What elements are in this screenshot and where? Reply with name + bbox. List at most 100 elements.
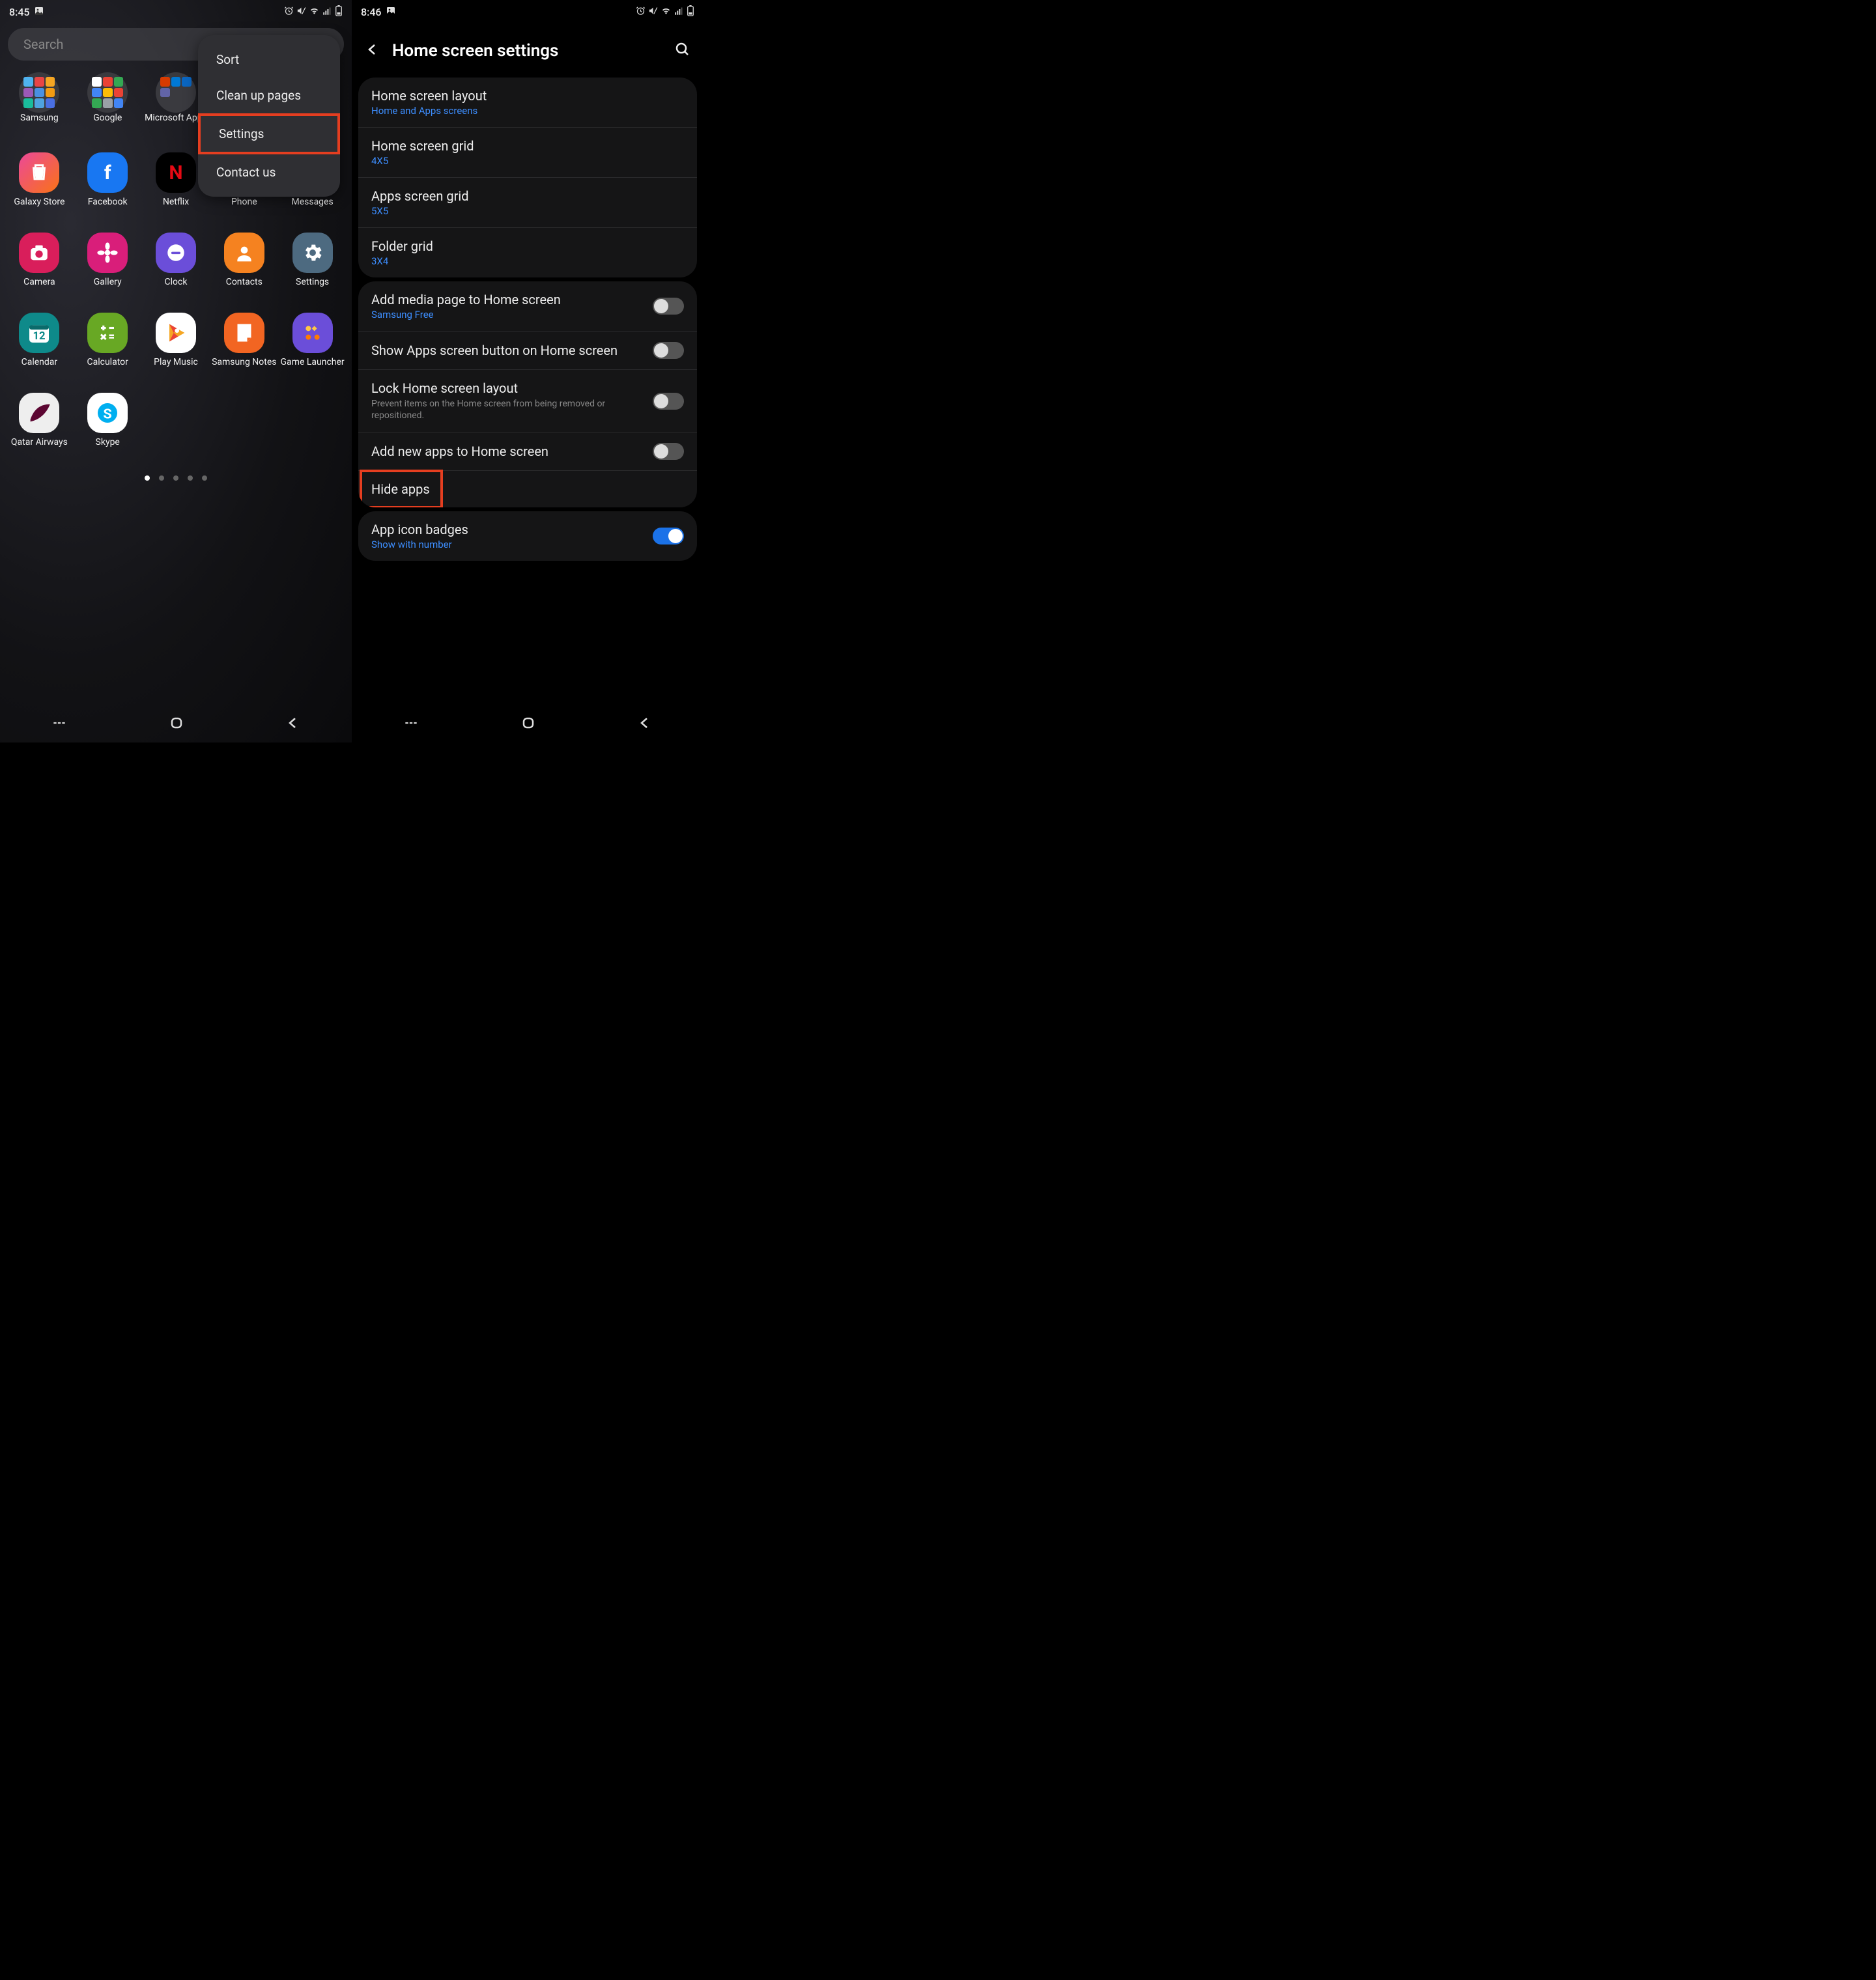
row-apps-screen-grid[interactable]: Apps screen grid 5X5: [358, 178, 697, 228]
app-label: Samsung: [20, 113, 59, 123]
nav-home[interactable]: [520, 715, 536, 733]
app-qatar-airways[interactable]: Qatar Airways: [7, 393, 72, 461]
app-placeholder: [211, 393, 277, 461]
app-settings[interactable]: Settings: [279, 233, 345, 301]
app-samsung-folder[interactable]: Samsung: [7, 72, 72, 141]
nav-recents[interactable]: [403, 714, 419, 734]
camera-icon: [19, 233, 59, 273]
row-title: Show Apps screen button on Home screen: [371, 343, 653, 358]
row-home-screen-grid[interactable]: Home screen grid 4X5: [358, 128, 697, 178]
app-label: Messages: [291, 197, 333, 207]
nav-home[interactable]: [169, 715, 184, 733]
app-play-music[interactable]: Play Music: [143, 313, 209, 381]
play-music-icon: [156, 313, 196, 353]
calculator-icon: [87, 313, 128, 353]
svg-text:S: S: [104, 406, 112, 422]
row-title: Add new apps to Home screen: [371, 444, 653, 459]
row-add-new-apps[interactable]: Add new apps to Home screen: [358, 432, 697, 471]
app-clock[interactable]: Clock: [143, 233, 209, 301]
app-label: Galaxy Store: [14, 197, 64, 207]
image-icon: [34, 6, 44, 19]
menu-settings[interactable]: Settings: [198, 113, 340, 154]
app-label: Google: [93, 113, 122, 123]
app-label: Phone: [231, 197, 257, 207]
calendar-icon: 12: [19, 313, 59, 353]
page-indicator[interactable]: [0, 475, 352, 481]
netflix-icon: N: [156, 152, 196, 193]
page-title: Home screen settings: [392, 41, 663, 61]
toggle-lock-layout[interactable]: [653, 393, 684, 410]
nav-recents[interactable]: [51, 714, 68, 734]
toggle-icon-badges[interactable]: [653, 528, 684, 544]
battery-icon: [335, 5, 343, 19]
app-galaxy-store[interactable]: Galaxy Store: [7, 152, 72, 221]
signal-icon: [322, 6, 332, 18]
app-label: Samsung Notes: [212, 357, 276, 367]
notes-icon: [224, 313, 264, 353]
battery-icon: [687, 5, 694, 19]
toggle-media-page[interactable]: [653, 298, 684, 315]
status-bar: 8:45: [0, 0, 352, 21]
search-button[interactable]: [675, 42, 690, 60]
row-app-icon-badges[interactable]: App icon badges Show with number: [358, 511, 697, 561]
nav-back[interactable]: [637, 715, 653, 733]
page-dot[interactable]: [202, 475, 207, 481]
row-add-media-page[interactable]: Add media page to Home screen Samsung Fr…: [358, 281, 697, 332]
signal-icon: [674, 6, 684, 18]
row-title: Lock Home screen layout: [371, 380, 653, 396]
app-placeholder: [143, 393, 209, 461]
menu-contact-us[interactable]: Contact us: [198, 154, 340, 190]
app-samsung-notes[interactable]: Samsung Notes: [211, 313, 277, 381]
row-hide-apps[interactable]: Hide apps: [358, 471, 697, 507]
clock-icon: [156, 233, 196, 273]
settings-icon: [292, 233, 333, 273]
app-contacts[interactable]: Contacts: [211, 233, 277, 301]
app-camera[interactable]: Camera: [7, 233, 72, 301]
app-calendar[interactable]: 12 Calendar: [7, 313, 72, 381]
alarm-icon: [284, 6, 294, 18]
folder-icon: [19, 72, 59, 113]
app-calculator[interactable]: Calculator: [75, 313, 141, 381]
settings-panel-1: Home screen layout Home and Apps screens…: [358, 78, 697, 277]
image-icon: [386, 6, 396, 19]
page-dot[interactable]: [159, 475, 164, 481]
folder-icon: [87, 72, 128, 113]
app-label: Facebook: [88, 197, 128, 207]
app-label: Contacts: [226, 277, 263, 287]
app-google-folder[interactable]: Google: [75, 72, 141, 141]
app-game-launcher[interactable]: Game Launcher: [279, 313, 345, 381]
phone-settings: 8:46 Home screen settings: [352, 0, 704, 742]
nav-bar: [352, 706, 704, 742]
folder-icon: [156, 72, 196, 113]
toggle-show-apps-button[interactable]: [653, 342, 684, 359]
row-subtitle: 5X5: [371, 205, 684, 217]
app-skype[interactable]: S Skype: [75, 393, 141, 461]
app-label: Calendar: [21, 357, 58, 367]
app-facebook[interactable]: f Facebook: [75, 152, 141, 221]
menu-sort[interactable]: Sort: [198, 42, 340, 78]
app-label: Qatar Airways: [11, 437, 68, 447]
toggle-add-new-apps[interactable]: [653, 443, 684, 460]
game-launcher-icon: [292, 313, 333, 353]
row-title: Home screen layout: [371, 88, 684, 104]
app-label: Netflix: [163, 197, 189, 207]
row-title: App icon badges: [371, 522, 653, 537]
mute-icon: [296, 6, 306, 18]
row-subtitle: Home and Apps screens: [371, 105, 684, 117]
page-dot[interactable]: [173, 475, 178, 481]
page-dot[interactable]: [188, 475, 193, 481]
status-bar: 8:46: [352, 0, 704, 21]
row-home-screen-layout[interactable]: Home screen layout Home and Apps screens: [358, 78, 697, 128]
menu-clean-up[interactable]: Clean up pages: [198, 78, 340, 113]
row-folder-grid[interactable]: Folder grid 3X4: [358, 228, 697, 277]
nav-bar: [0, 706, 352, 742]
app-gallery[interactable]: Gallery: [75, 233, 141, 301]
phone-app-drawer: 8:45 Search: [0, 0, 352, 742]
row-show-apps-button[interactable]: Show Apps screen button on Home screen: [358, 332, 697, 370]
back-button[interactable]: [365, 42, 380, 60]
nav-back[interactable]: [285, 715, 301, 733]
app-label: Camera: [23, 277, 55, 287]
page-dot[interactable]: [145, 475, 150, 481]
gallery-icon: [87, 233, 128, 273]
row-lock-layout[interactable]: Lock Home screen layout Prevent items on…: [358, 370, 697, 432]
